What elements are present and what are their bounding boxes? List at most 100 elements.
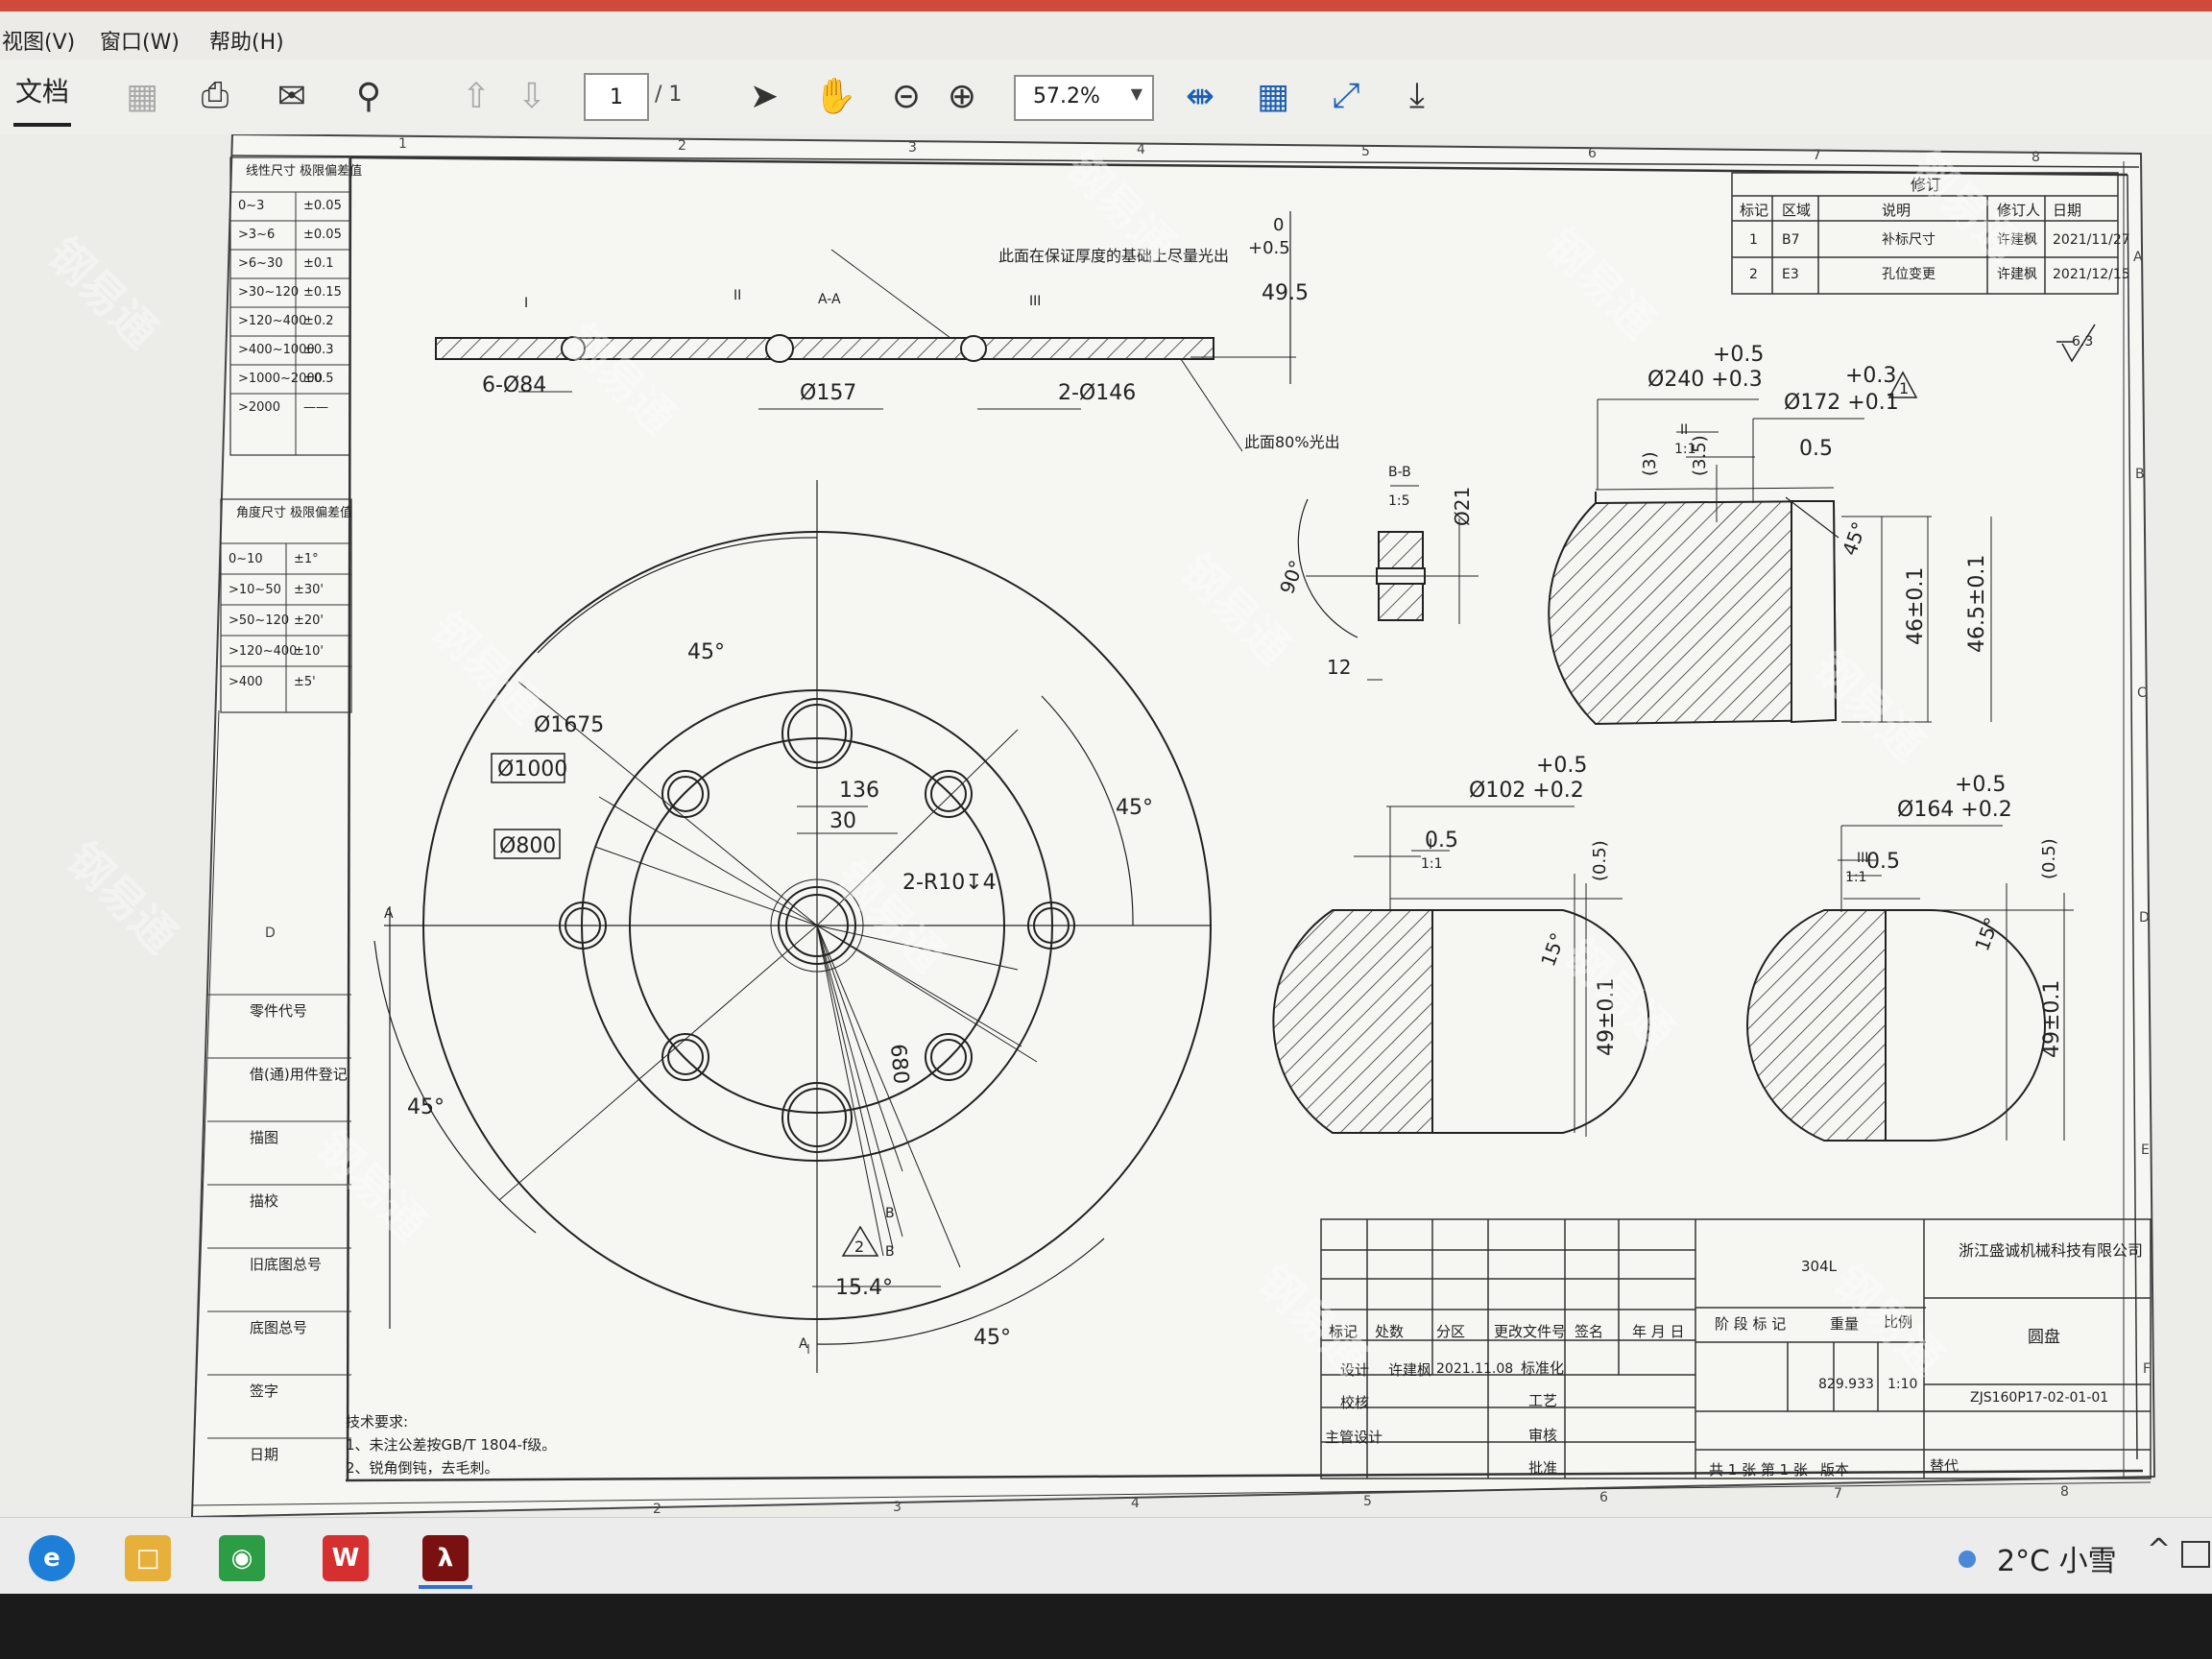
dim-thickness-lower: 0 (1273, 215, 1284, 235)
next-page-icon[interactable]: ⇩ (507, 71, 557, 121)
revision-header: 说明 (1882, 202, 1911, 219)
revision-header: 日期 (2053, 202, 2081, 219)
section-mark-a-left: A (384, 906, 394, 922)
tb-weight: 829.933 (1818, 1377, 1874, 1392)
roughness-value: 6.3 (2072, 334, 2093, 349)
tb-stage-label: 阶 段 标 记 (1715, 1315, 1786, 1333)
tol-angle-range: >50~120 (228, 613, 289, 628)
menu-view[interactable]: 视图(V) (2, 25, 75, 56)
dim-1675: Ø1675 (534, 713, 604, 737)
zone-top-2: 2 (678, 138, 686, 154)
menu-help[interactable]: 帮助(H) (209, 25, 284, 56)
tb-review-label: 审核 (1528, 1427, 1557, 1444)
angle-45-left: 45° (407, 1095, 445, 1119)
tray-chevron-icon[interactable]: ^ (2147, 1533, 2171, 1567)
zone-right-b: B (2135, 467, 2145, 482)
download-icon[interactable]: ⤓ (1392, 71, 1442, 121)
tray-display-icon[interactable] (2181, 1541, 2210, 1568)
document-canvas[interactable]: 1 2 3 4 5 6 7 8 2 3 4 5 6 7 8 A B C D E (0, 132, 2212, 1519)
revision-cell: E3 (1782, 267, 1799, 282)
tb-scale: 1:10 (1887, 1377, 1917, 1392)
angle-45-top: 45° (687, 640, 725, 664)
zoom-out-icon[interactable]: ⊝ (881, 71, 931, 121)
note-top-surface: 此面在保证厚度的基础上尽量光出 (998, 247, 1229, 265)
revision-cell: 孔位变更 (1882, 267, 1936, 282)
tb-material: 304L (1801, 1258, 1838, 1275)
tol-angle-range: >400 (228, 675, 263, 689)
mail-icon[interactable]: ✉ (267, 71, 317, 121)
zone-top-6: 6 (1588, 146, 1597, 161)
wechat-icon[interactable]: ◉ (219, 1535, 265, 1581)
prev-page-icon[interactable]: ⇧ (451, 71, 501, 121)
zone-top-5: 5 (1361, 144, 1370, 159)
search-icon[interactable]: ⚲ (344, 71, 394, 121)
zone-bottom-2: 2 (653, 1502, 661, 1517)
revision-cell: 许建枫 (1997, 232, 2037, 248)
revision-header: 标记 (1740, 202, 1768, 219)
section-mark-b-upper: B (885, 1206, 895, 1221)
tol-angle-value: ±10' (294, 644, 324, 659)
tab-document[interactable]: 文档 (15, 71, 69, 109)
tol-linear-value: ±0.5 (303, 372, 334, 386)
note-bottom-surface: 此面80%光出 (1244, 433, 1340, 451)
chevron-down-icon: ▼ (1130, 84, 1142, 103)
zoom-select[interactable]: 57.2% ▼ (1014, 75, 1154, 121)
file-explorer-icon[interactable]: □ (125, 1535, 171, 1581)
zoom-in-icon[interactable]: ⊕ (937, 71, 987, 121)
tol-linear-range: >6~30 (238, 256, 283, 271)
dim-172-upper: +0.3 (1845, 364, 1896, 388)
dim-0-5-iii: 0.5 (1866, 850, 1900, 874)
revision-cell: 补标尺寸 (1882, 232, 1936, 248)
page-number-input[interactable]: 1 (584, 73, 649, 121)
dim-12: 12 (1327, 656, 1351, 679)
menu-window[interactable]: 窗口(W) (100, 25, 180, 56)
dim-240-upper: +0.5 (1713, 343, 1764, 367)
left-field-label: 日期 (250, 1446, 278, 1463)
tb-chief-label: 主管设计 (1325, 1429, 1382, 1446)
tab-underline (13, 123, 71, 127)
hand-tool-icon[interactable]: ✋ (810, 71, 860, 121)
dim-1000: Ø1000 (497, 757, 567, 781)
detail-i-scale: 1:1 (1421, 856, 1443, 872)
pdf-reader-icon[interactable]: λ (422, 1535, 469, 1581)
fit-page-icon[interactable]: ▦ (1248, 71, 1298, 121)
wps-icon[interactable]: W (323, 1535, 369, 1581)
active-app-indicator (419, 1585, 472, 1589)
left-field-label: 底图总号 (250, 1319, 307, 1336)
zone-right-c: C (2137, 685, 2147, 701)
save-icon[interactable]: ▦ (117, 71, 167, 121)
zone-top-1: 1 (398, 136, 407, 152)
tb-design-label: 设计 (1340, 1361, 1369, 1379)
print-icon[interactable]: ⎙ (190, 71, 240, 121)
tb-designer: 许建枫 (1388, 1361, 1431, 1379)
revision-cell: 2021/11/27 (2053, 232, 2130, 248)
tol-angle-range: >10~50 (228, 583, 281, 597)
revision-cell: 许建枫 (1997, 267, 2037, 282)
fullscreen-icon[interactable]: ⤢ (1321, 71, 1371, 121)
dim-thickness-upper: +0.5 (1248, 238, 1290, 258)
dim-172: Ø172 +0.1 (1784, 391, 1899, 415)
tech-req-title: 技术要求: (346, 1413, 408, 1431)
dim-46: 46±0.1 (1904, 567, 1928, 645)
fit-width-icon[interactable]: ⇼ (1175, 71, 1225, 121)
tb-weight-label: 重量 (1830, 1315, 1859, 1333)
dim-0-5-bracket-i: (0.5) (1590, 840, 1610, 881)
zone-bottom-6: 6 (1599, 1490, 1608, 1505)
edge-browser-icon[interactable]: e (29, 1535, 75, 1581)
weather-text[interactable]: 2°C 小雪 (1997, 1537, 2117, 1579)
tb-version-label: 版本 (1820, 1461, 1849, 1479)
angle-45-right: 45° (1116, 796, 1153, 820)
tol-linear-title: 线性尺寸 极限偏差值 (246, 163, 362, 179)
dim-164-upper: +0.5 (1955, 773, 2006, 797)
tol-angle-range: 0~10 (228, 552, 263, 566)
tb-approve-label: 批准 (1528, 1459, 1557, 1477)
left-field-label: 零件代号 (250, 1002, 307, 1020)
zone-bottom-7: 7 (1834, 1486, 1842, 1502)
callout-i: I (524, 296, 528, 311)
menu-bar: 视图(V) 窗口(W) 帮助(H) (0, 12, 2212, 60)
callout-iii: III (1029, 294, 1041, 309)
select-cursor-icon[interactable]: ➤ (739, 71, 789, 121)
dim-157: Ø157 (800, 381, 856, 405)
revision-header: 修订人 (1997, 202, 2040, 219)
tol-linear-value: ±0.1 (303, 256, 334, 271)
